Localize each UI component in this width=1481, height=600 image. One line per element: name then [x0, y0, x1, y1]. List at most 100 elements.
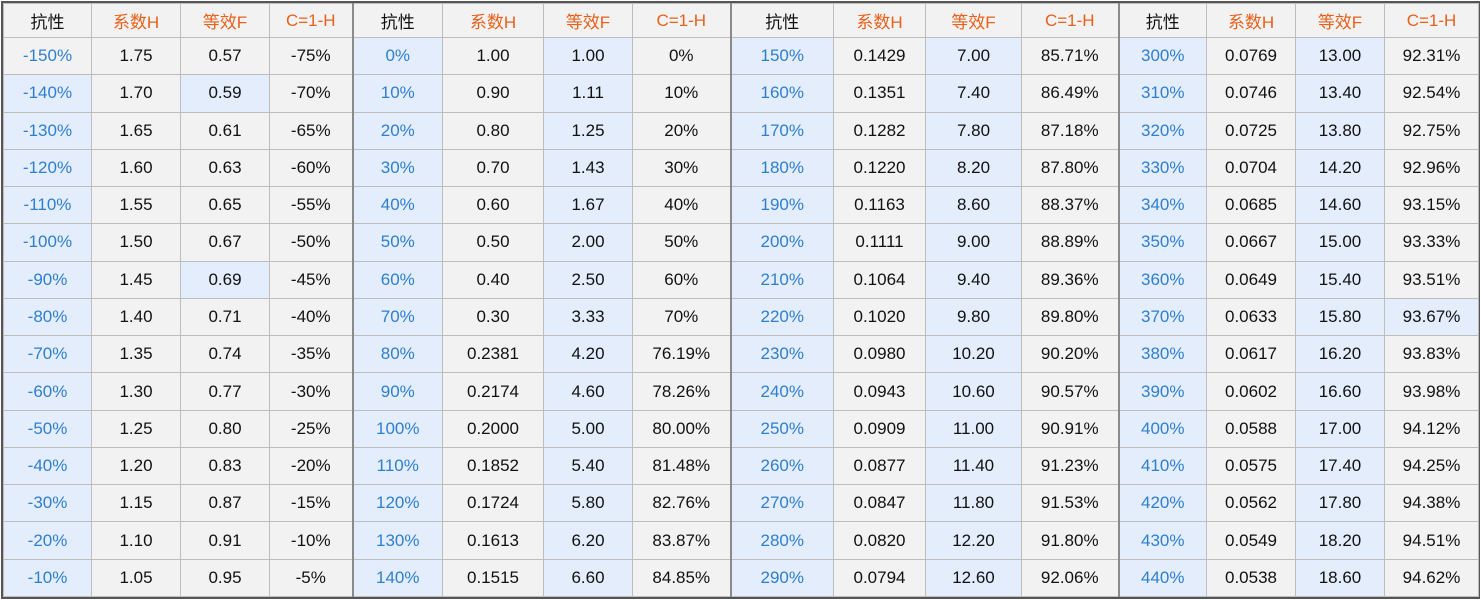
resistance-cell: 400% — [1117, 409, 1207, 448]
c-cell: 88.89% — [1021, 223, 1119, 262]
coefficient-h-cell: 0.0746 — [1206, 74, 1296, 113]
c-cell: 93.83% — [1384, 335, 1479, 374]
c-cell: 81.48% — [632, 446, 731, 486]
c-cell: 93.67% — [1384, 297, 1479, 337]
equivalent-f-cell: 7.40 — [925, 74, 1022, 113]
coefficient-h-cell: 0.0602 — [1206, 372, 1296, 411]
coefficient-h-cell: 0.0667 — [1206, 223, 1296, 262]
table-row: -60% 1.30 0.77 -30% 90% 0.2174 4.60 78.26% 240% 0… — [3, 372, 1479, 411]
c-cell: 93.15% — [1384, 186, 1479, 225]
equivalent-f-cell: 0.65 — [180, 186, 270, 225]
header-resistance: 抗性 — [351, 3, 443, 38]
header-c: C=1-H — [1384, 3, 1479, 38]
resistance-cell: 390% — [1117, 372, 1207, 411]
coefficient-h-cell: 0.50 — [442, 223, 544, 262]
equivalent-f-cell: 10.60 — [925, 372, 1022, 411]
resistance-cell: 370% — [1117, 297, 1207, 337]
coefficient-h-cell: 1.30 — [91, 372, 181, 411]
equivalent-f-cell: 0.80 — [180, 409, 270, 448]
resistance-cell: 410% — [1117, 446, 1207, 486]
equivalent-f-cell: 1.43 — [543, 148, 633, 188]
equivalent-f-cell: 6.60 — [543, 558, 633, 598]
c-cell: -15% — [269, 484, 353, 523]
equivalent-f-cell: 14.60 — [1295, 186, 1385, 225]
c-cell: 94.38% — [1384, 484, 1479, 523]
c-cell: 94.25% — [1384, 446, 1479, 486]
equivalent-f-cell: 0.61 — [180, 111, 270, 150]
header-coefficient-h: 系数H — [442, 3, 544, 38]
c-cell: 93.98% — [1384, 372, 1479, 411]
equivalent-f-cell: 0.77 — [180, 372, 270, 411]
table-row: -40% 1.20 0.83 -20% 110% 0.1852 5.40 81.48% 260%… — [3, 446, 1479, 486]
resistance-cell: 270% — [729, 484, 834, 523]
equivalent-f-cell: 0.67 — [180, 223, 270, 262]
resistance-cell: 380% — [1117, 335, 1207, 374]
c-cell: 84.85% — [632, 558, 731, 598]
equivalent-f-cell: 11.00 — [925, 409, 1022, 448]
equivalent-f-cell: 17.80 — [1295, 484, 1385, 523]
table-row: -10% 1.05 0.95 -5% 140% 0.1515 6.60 84.85% 290% 0… — [3, 558, 1479, 598]
table-row: -70% 1.35 0.74 -35% 80% 0.2381 4.20 76.19% 230% 0… — [3, 335, 1479, 374]
coefficient-h-cell: 1.40 — [91, 297, 181, 337]
coefficient-h-cell: 0.0909 — [833, 409, 926, 448]
table-row: -90% 1.45 0.69 -45% 60% 0.40 2.50 60% 210% 0.1064… — [3, 260, 1479, 299]
resistance-cell: 150% — [729, 36, 834, 76]
coefficient-h-cell: 0.0575 — [1206, 446, 1296, 486]
c-cell: 80.00% — [632, 409, 731, 448]
c-cell: 93.33% — [1384, 223, 1479, 262]
resistance-cell: 90% — [351, 372, 443, 411]
c-cell: 91.80% — [1021, 521, 1119, 560]
coefficient-h-cell: 1.05 — [91, 558, 181, 598]
header-c: C=1-H — [1021, 3, 1119, 38]
coefficient-h-cell: 0.0649 — [1206, 260, 1296, 299]
resistance-cell: 160% — [729, 74, 834, 113]
c-cell: 50% — [632, 223, 731, 262]
coefficient-h-cell: 0.1852 — [442, 446, 544, 486]
coefficient-h-cell: 0.1064 — [833, 260, 926, 299]
resistance-cell: -110% — [3, 186, 92, 225]
coefficient-h-cell: 0.0847 — [833, 484, 926, 523]
c-cell: 89.36% — [1021, 260, 1119, 299]
coefficient-h-cell: 1.75 — [91, 36, 181, 76]
coefficient-h-cell: 0.40 — [442, 260, 544, 299]
equivalent-f-cell: 6.20 — [543, 521, 633, 560]
equivalent-f-cell: 8.20 — [925, 148, 1022, 188]
resistance-cell: 30% — [351, 148, 443, 188]
c-cell: -10% — [269, 521, 353, 560]
equivalent-f-cell: 8.60 — [925, 186, 1022, 225]
table-row: -130% 1.65 0.61 -65% 20% 0.80 1.25 20% 170% 0.128… — [3, 111, 1479, 150]
equivalent-f-cell: 0.95 — [180, 558, 270, 598]
header-coefficient-h: 系数H — [833, 3, 926, 38]
equivalent-f-cell: 17.00 — [1295, 409, 1385, 448]
table-body: -150% 1.75 0.57 -75% 0% 1.00 1.00 0% 150% 0.1429 7… — [3, 36, 1479, 598]
table-row: -20% 1.10 0.91 -10% 130% 0.1613 6.20 83.87% 280%… — [3, 521, 1479, 560]
resistance-cell: -40% — [3, 446, 92, 486]
c-cell: 89.80% — [1021, 297, 1119, 337]
header-equivalent-f: 等效F — [1295, 3, 1385, 38]
equivalent-f-cell: 5.40 — [543, 446, 633, 486]
equivalent-f-cell: 18.60 — [1295, 558, 1385, 598]
c-cell: 90.91% — [1021, 409, 1119, 448]
resistance-cell: 420% — [1117, 484, 1207, 523]
equivalent-f-cell: 0.69 — [180, 260, 270, 299]
resistance-cell: 170% — [729, 111, 834, 150]
c-cell: 0% — [632, 36, 731, 76]
coefficient-h-cell: 0.2174 — [442, 372, 544, 411]
resistance-cell: 240% — [729, 372, 834, 411]
equivalent-f-cell: 4.20 — [543, 335, 633, 374]
equivalent-f-cell: 13.40 — [1295, 74, 1385, 113]
equivalent-f-cell: 0.83 — [180, 446, 270, 486]
resistance-cell: 200% — [729, 223, 834, 262]
resistance-table-frame: 抗性 系数H 等效F C=1-H 抗性 系数H 等效F C=1-H 抗性 系数H… — [1, 1, 1480, 599]
resistance-cell: -130% — [3, 111, 92, 150]
c-cell: 87.80% — [1021, 148, 1119, 188]
equivalent-f-cell: 2.50 — [543, 260, 633, 299]
c-cell: 82.76% — [632, 484, 731, 523]
c-cell: 91.53% — [1021, 484, 1119, 523]
equivalent-f-cell: 16.60 — [1295, 372, 1385, 411]
c-cell: -60% — [269, 148, 353, 188]
c-cell: 92.06% — [1021, 558, 1119, 598]
c-cell: -75% — [269, 36, 353, 76]
resistance-cell: -100% — [3, 223, 92, 262]
c-cell: -5% — [269, 558, 353, 598]
